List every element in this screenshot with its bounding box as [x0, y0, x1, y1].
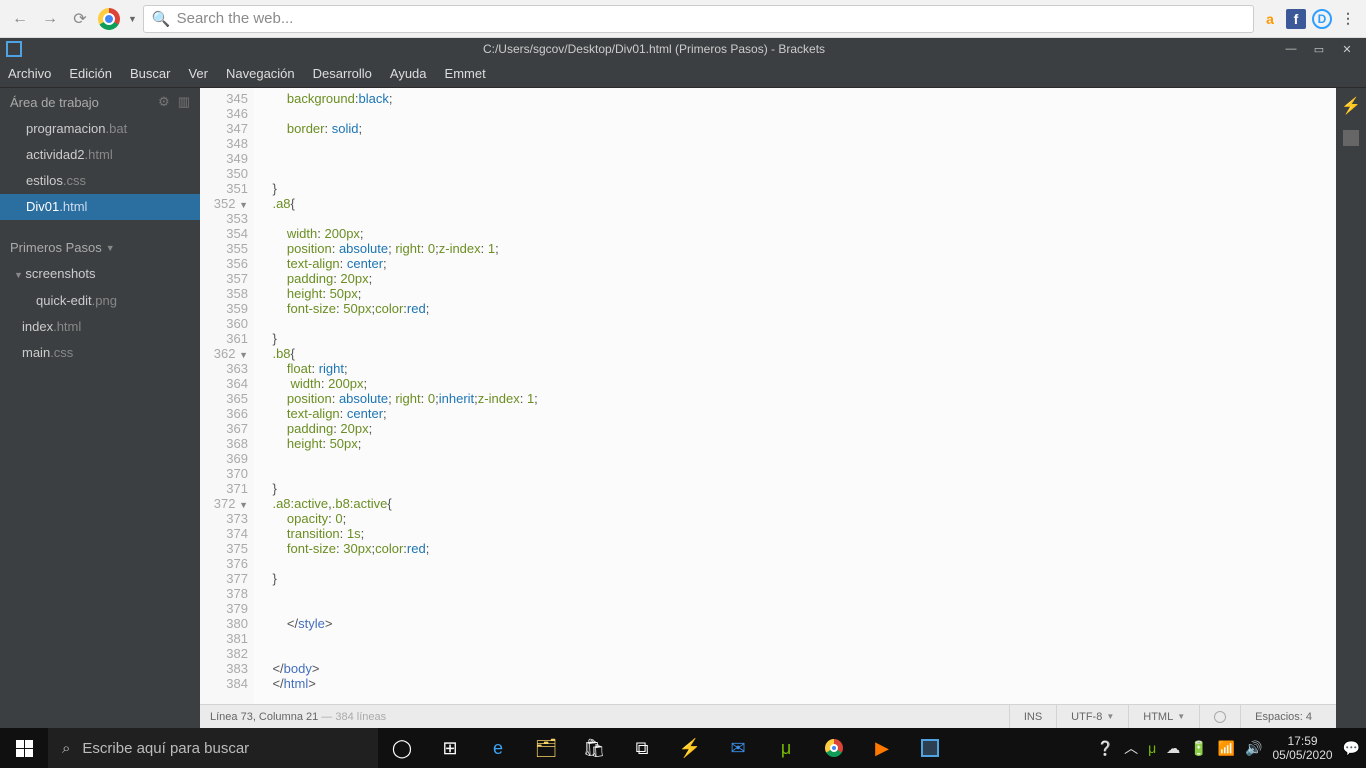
media-player-icon[interactable]: ▶ [858, 728, 906, 768]
brackets-menubar: Archivo Edición Buscar Ver Navegación Desarro… [0, 60, 1366, 88]
chrome-dropdown-caret[interactable]: ▼ [128, 14, 137, 24]
menu-emmet[interactable]: Emmet [445, 66, 486, 81]
working-file[interactable]: programacion.bat [0, 116, 200, 142]
chrome-icon[interactable] [98, 8, 120, 30]
brackets-sidebar: Área de trabajo ⚙ ▥ programacion.batacti… [0, 88, 200, 728]
explorer-icon[interactable]: 🗂 [522, 728, 570, 768]
file-item[interactable]: quick-edit.png [0, 288, 200, 314]
file-item[interactable]: main.css [0, 340, 200, 366]
insert-mode[interactable]: INS [1009, 705, 1056, 729]
folder-item[interactable]: ▼ screenshots [0, 261, 200, 288]
mail-icon[interactable]: ✉ [714, 728, 762, 768]
language-selector[interactable]: HTML▼ [1128, 705, 1199, 729]
utorrent-tray-icon[interactable]: μ [1148, 740, 1156, 756]
extensions-icon[interactable] [1343, 130, 1359, 146]
battery-tray-icon[interactable]: 🔋 [1190, 740, 1207, 757]
volume-tray-icon[interactable]: 🔊 [1245, 740, 1262, 757]
edge-icon[interactable]: e [474, 728, 522, 768]
working-file[interactable]: estilos.css [0, 168, 200, 194]
working-file[interactable]: Div01.html [0, 194, 200, 220]
taskbar-clock[interactable]: 17:59 05/05/2020 [1273, 734, 1333, 762]
editor-pane: 345346347348349350351352 ▼35335435535635… [200, 88, 1336, 728]
lint-status[interactable] [1199, 705, 1240, 729]
gear-icon[interactable]: ⚙ [158, 94, 170, 110]
line-gutter: 345346347348349350351352 ▼35335435535635… [200, 88, 254, 704]
back-button[interactable]: ← [8, 7, 32, 31]
menu-buscar[interactable]: Buscar [130, 66, 170, 81]
working-files-header: Área de trabajo ⚙ ▥ [0, 88, 200, 116]
code-content[interactable]: background:black; border: solid; } .a8{ … [254, 88, 1336, 704]
windows-logo-icon [16, 740, 33, 757]
menu-ver[interactable]: Ver [188, 66, 208, 81]
browser-toolbar: ← → ⟳ ▼ 🔍 Search the web... a f D ⋮ [0, 0, 1366, 38]
indent-selector[interactable]: Espacios: 4 [1240, 705, 1326, 729]
menu-ayuda[interactable]: Ayuda [390, 66, 427, 81]
dropbox-icon[interactable]: ⧉ [618, 728, 666, 768]
wifi-tray-icon[interactable]: 📶 [1218, 740, 1235, 757]
encoding-selector[interactable]: UTF-8▼ [1056, 705, 1128, 729]
system-tray: ❔ ︿ μ ☁ 🔋 📶 🔊 17:59 05/05/2020 💬 [1097, 728, 1366, 768]
close-button[interactable]: ✕ [1334, 40, 1360, 58]
facebook-ext-icon[interactable]: f [1286, 9, 1306, 29]
chevron-down-icon: ▼ [106, 243, 115, 253]
reload-button[interactable]: ⟳ [68, 7, 92, 31]
search-icon: 🔍 [152, 10, 171, 28]
lightning-icon[interactable]: ⚡ [666, 728, 714, 768]
disqus-ext-icon[interactable]: D [1312, 9, 1332, 29]
task-view-icon[interactable]: ⊞ [426, 728, 474, 768]
cortana-icon[interactable]: ◯ [378, 728, 426, 768]
code-editor[interactable]: 345346347348349350351352 ▼35335435535635… [200, 88, 1336, 704]
file-item[interactable]: index.html [0, 314, 200, 340]
project-dropdown[interactable]: Primeros Pasos ▼ [0, 234, 200, 261]
taskbar-search[interactable]: ⌕ Escribe aquí para buscar [48, 728, 378, 768]
omnibox[interactable]: 🔍 Search the web... [143, 5, 1254, 33]
status-bar: Línea 73, Columna 21 — 384 líneas INS UT… [200, 704, 1336, 728]
onedrive-tray-icon[interactable]: ☁ [1166, 740, 1180, 757]
menu-archivo[interactable]: Archivo [8, 66, 51, 81]
brackets-titlebar: C:/Users/sgcov/Desktop/Div01.html (Prime… [0, 38, 1366, 60]
window-title: C:/Users/sgcov/Desktop/Div01.html (Prime… [30, 42, 1278, 56]
minimize-button[interactable]: — [1278, 40, 1304, 58]
chrome-taskbar-icon[interactable] [810, 728, 858, 768]
cursor-position[interactable]: Línea 73, Columna 21 [210, 711, 318, 723]
amazon-ext-icon[interactable]: a [1260, 9, 1280, 29]
menu-edición[interactable]: Edición [69, 66, 112, 81]
help-tray-icon[interactable]: ❔ [1097, 740, 1114, 757]
menu-desarrollo[interactable]: Desarrollo [313, 66, 372, 81]
start-button[interactable] [0, 728, 48, 768]
brackets-right-toolbar: ⚡ [1336, 88, 1366, 728]
maximize-button[interactable]: ▭ [1306, 40, 1332, 58]
omnibox-placeholder: Search the web... [177, 10, 294, 27]
more-menu-icon[interactable]: ⋮ [1338, 9, 1358, 29]
forward-button[interactable]: → [38, 7, 62, 31]
store-icon[interactable]: 🛍 [570, 728, 618, 768]
utorrent-icon[interactable]: μ [762, 728, 810, 768]
working-file[interactable]: actividad2.html [0, 142, 200, 168]
live-preview-icon[interactable]: ⚡ [1341, 96, 1361, 116]
tray-chevron-up-icon[interactable]: ︿ [1124, 738, 1138, 758]
brackets-taskbar-icon[interactable] [906, 728, 954, 768]
search-icon: ⌕ [62, 740, 70, 757]
brackets-window: C:/Users/sgcov/Desktop/Div01.html (Prime… [0, 38, 1366, 728]
windows-taskbar: ⌕ Escribe aquí para buscar ◯ ⊞ e 🗂 🛍 ⧉ ⚡… [0, 728, 1366, 768]
brackets-logo-icon [6, 41, 22, 57]
menu-navegación[interactable]: Navegación [226, 66, 295, 81]
split-icon[interactable]: ▥ [178, 94, 190, 110]
notifications-tray-icon[interactable]: 💬 [1343, 740, 1360, 757]
